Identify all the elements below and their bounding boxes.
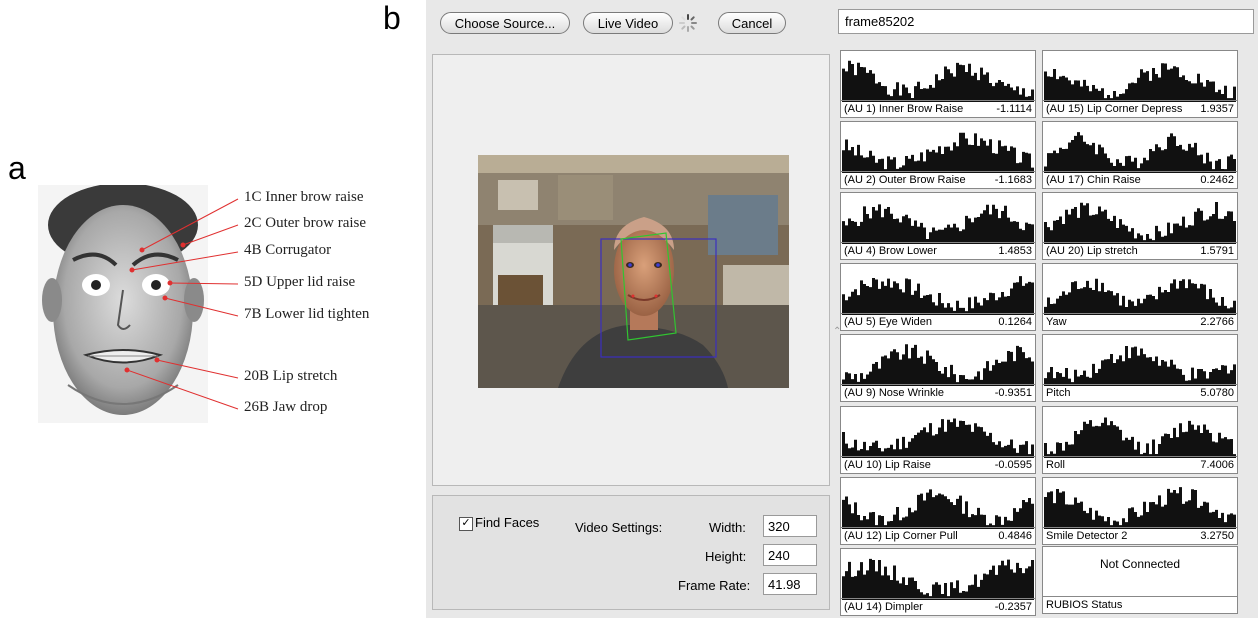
loading-spinner-icon (679, 14, 697, 32)
frame-name-field[interactable]: frame85202 (838, 9, 1254, 34)
au-tile-name: (AU 1) Inner Brow Raise (844, 103, 964, 115)
au-caption-4b: 4B Corrugator (244, 242, 332, 258)
au-activity-trace (842, 558, 1034, 600)
au-activity-trace (842, 276, 1034, 316)
au-tile-name: (AU 17) Chin Raise (1046, 174, 1141, 187)
au-activity-trace (1044, 416, 1236, 458)
au-tile: (AU 15) Lip Corner Depress 1.9357 (1042, 50, 1238, 118)
video-frame (478, 155, 789, 388)
face-photo (38, 185, 208, 423)
au-tile: Roll 7.4006 (1042, 405, 1238, 474)
au-tile-name: (AU 9) Nose Wrinkle (844, 387, 945, 400)
au-caption-26b: 26B Jaw drop (244, 399, 328, 415)
video-settings-pane: ✓ Find Faces Video Settings: Width: 320 … (432, 495, 830, 610)
au-tile: (AU 5) Eye Widen 0.1264 (840, 263, 1036, 332)
au-caption-7b: 7B Lower lid tighten (244, 306, 370, 322)
au-caption-2c: 2C Outer brow raise (244, 215, 367, 231)
au-tile-value: -1.1683 (994, 174, 1032, 187)
au-tile-name: Roll (1046, 458, 1065, 471)
au-tile-value: 5.0780 (1200, 387, 1234, 400)
au-tile-value: 1.9357 (1200, 103, 1234, 115)
au-tile-name: Pitch (1046, 387, 1071, 400)
au-caption-20b: 20B Lip stretch (244, 368, 338, 384)
au-tile-name: (AU 15) Lip Corner Depress (1046, 103, 1183, 115)
panel-a-letter: a (8, 150, 26, 186)
video-settings-label: Video Settings: (575, 520, 663, 535)
au-activity-trace (1044, 202, 1236, 245)
frame-rate-input[interactable]: 41.98 (763, 573, 817, 595)
au-tile-value: 0.1264 (998, 316, 1032, 329)
au-tile: Smile Detector 2 3.2750 (1042, 476, 1238, 545)
au-activity-trace (1044, 279, 1236, 316)
video-preview-pane (432, 54, 830, 486)
width-label: Width: (709, 520, 746, 535)
au-tile-name: Smile Detector 2 (1046, 529, 1128, 542)
au-tile-value: 0.2462 (1200, 174, 1234, 187)
rubios-status-label: RUBIOS Status (1046, 599, 1123, 611)
height-label: Height: (705, 549, 747, 564)
au-tile: (AU 12) Lip Corner Pull 0.4846 (840, 476, 1036, 545)
au-activity-trace (842, 344, 1034, 387)
au-tile: (AU 2) Outer Brow Raise -1.1683 (840, 121, 1036, 190)
au-activity-trace (842, 418, 1034, 458)
au-tile-value: -0.9351 (994, 387, 1032, 400)
au-tile: Pitch 5.0780 (1042, 334, 1238, 403)
au-tile: (AU 17) Chin Raise 0.2462 (1042, 121, 1238, 190)
au-tile-name: (AU 2) Outer Brow Raise (844, 174, 966, 187)
au-tile-name: (AU 14) Dimpler (844, 600, 923, 613)
au-tile-value: -0.0595 (994, 458, 1032, 471)
au-tile-name: (AU 20) Lip stretch (1046, 245, 1138, 258)
height-input[interactable]: 240 (763, 544, 817, 566)
choose-source-button[interactable]: Choose Source... (440, 12, 570, 34)
au-tile-value: -1.1114 (996, 103, 1032, 115)
live-video-button[interactable]: Live Video (583, 12, 673, 34)
au-activity-trace (842, 132, 1034, 174)
panel-b-letter: b (383, 0, 401, 36)
au-tile: (AU 14) Dimpler -0.2357 (840, 547, 1036, 616)
rubios-status-tile: Not Connected RUBIOS Status (1042, 546, 1238, 614)
au-tile: (AU 10) Lip Raise -0.0595 (840, 405, 1036, 474)
rubios-status-text: Not Connected (1099, 557, 1181, 571)
width-input[interactable]: 320 (763, 515, 817, 537)
au-tile: (AU 4) Brow Lower 1.4853 (840, 192, 1036, 261)
cancel-button[interactable]: Cancel (718, 12, 786, 34)
au-tile-value: 0.4846 (998, 529, 1032, 542)
facial-expression-app-window: Choose Source... Live Video Cancel frame… (426, 0, 1258, 618)
au-activity-trace (1044, 486, 1236, 529)
au-activity-trace (842, 60, 1034, 102)
au-activity-trace (1044, 346, 1236, 387)
au-tile: (AU 9) Nose Wrinkle -0.9351 (840, 334, 1036, 403)
au-tile-value: -0.2357 (994, 600, 1032, 613)
au-caption-5d: 5D Upper lid raise (244, 274, 356, 290)
au-tile-value: 1.4853 (998, 245, 1032, 258)
frame-rate-label: Frame Rate: (678, 578, 751, 593)
au-tile-value: 7.4006 (1200, 458, 1234, 471)
au-tile-name: (AU 10) Lip Raise (844, 458, 931, 471)
au-tile-name: (AU 5) Eye Widen (844, 316, 933, 329)
au-tile-value: 2.2766 (1200, 316, 1234, 329)
au-tile: (AU 1) Inner Brow Raise -1.1114 (840, 50, 1036, 118)
find-faces-checkbox[interactable]: ✓ (459, 517, 473, 531)
find-faces-label: Find Faces (475, 515, 540, 530)
au-caption-1c: 1C Inner brow raise (244, 189, 364, 205)
au-activity-trace (842, 204, 1034, 245)
au-tile-name: (AU 12) Lip Corner Pull (844, 529, 958, 542)
au-activity-trace (1044, 132, 1236, 174)
au-tile: (AU 20) Lip stretch 1.5791 (1042, 192, 1238, 261)
au-tile-value: 3.2750 (1200, 529, 1234, 542)
au-tile-name: Yaw (1046, 316, 1067, 329)
au-tile: Yaw 2.2766 (1042, 263, 1238, 332)
au-tile-value: 1.5791 (1200, 245, 1234, 258)
au-activity-trace (842, 488, 1034, 529)
au-activity-trace (1044, 63, 1236, 102)
au-tile-name: (AU 4) Brow Lower (844, 245, 937, 258)
